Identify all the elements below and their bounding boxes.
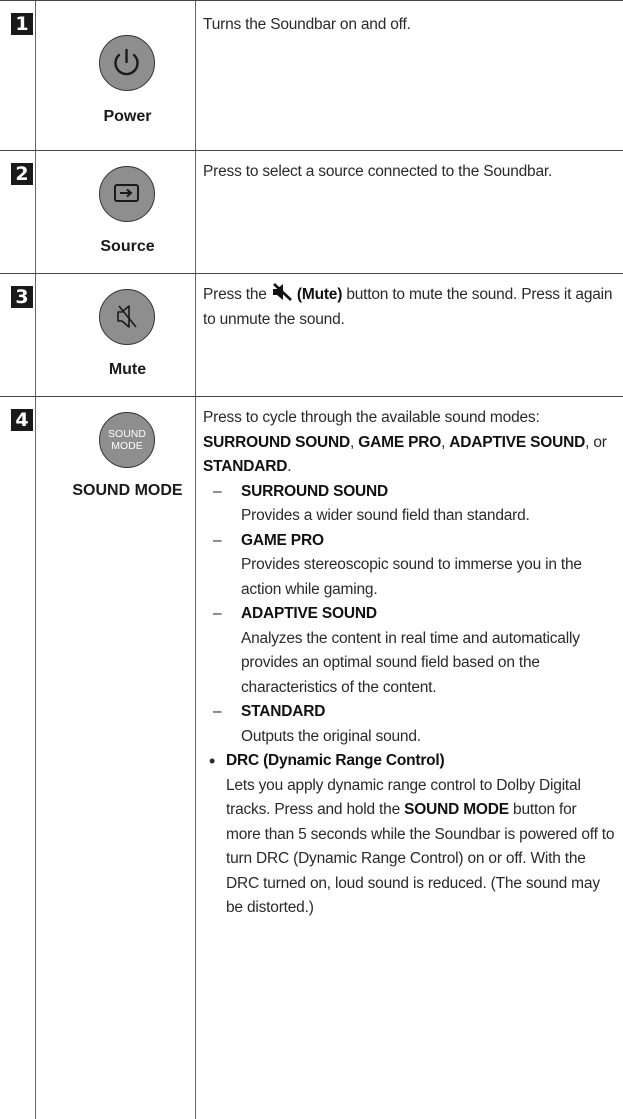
source-icon [114,184,139,202]
row-number: 2 [11,163,33,185]
icon-text: MODE [111,440,143,452]
button-label: Power [103,108,152,125]
row-description: Press to select a source connected to th… [203,160,615,185]
remote-button-table: 1 Power Turns the Soundbar on and off. 2… [0,0,623,1119]
button-label: Mute [108,361,147,378]
button-label: SOUND MODE [72,482,183,499]
drc-item: • DRC (Dynamic Range Control) Lets you ap… [209,751,615,916]
mode-item: – GAME PRO Provides stereoscopic sound to … [213,531,582,598]
table-row: 4 SOUND MODE SOUND MODE Press to cycle t… [0,396,623,1119]
mode-item: – SURROUND SOUND Provides a wider sound fi… [213,482,530,525]
row-number: 3 [11,286,33,308]
sound-mode-button-illustration: SOUND MODE [99,412,155,468]
table-row: 3 Mute Press the (Mute) button to mute t… [0,273,623,396]
mode-item: – STANDARD Outputs the original sound. [213,703,421,745]
row-description: Turns the Soundbar on and off. [203,13,615,38]
icon-text: SOUND [108,428,146,440]
source-button-illustration [99,166,155,222]
description-text: Press to select a source connected to th… [203,163,553,180]
button-label: Source [100,238,155,255]
power-icon [114,48,139,76]
power-button-illustration [99,35,155,91]
row-number: 1 [11,13,33,35]
mode-item: – ADAPTIVE SOUND Analyzes the content in r… [213,605,580,696]
mute-button-illustration [99,289,155,345]
mute-icon [117,305,137,328]
table-row: 1 Power Turns the Soundbar on and off. [0,0,623,150]
table-row: 2 Source Press to select a source connec… [0,150,623,273]
description-text: Press to cycle through the available sou… [203,409,607,475]
row-number: 4 [11,409,33,431]
row-description: Press to cycle through the available sou… [203,406,615,921]
description-text: Turns the Soundbar on and off. [203,16,411,33]
mute-icon [272,283,292,301]
row-description: Press the (Mute) button to mute the soun… [203,283,615,332]
sound-mode-icon: SOUND MODE [100,413,154,452]
description-text: Press the (Mute) button to mute the soun… [203,283,615,332]
